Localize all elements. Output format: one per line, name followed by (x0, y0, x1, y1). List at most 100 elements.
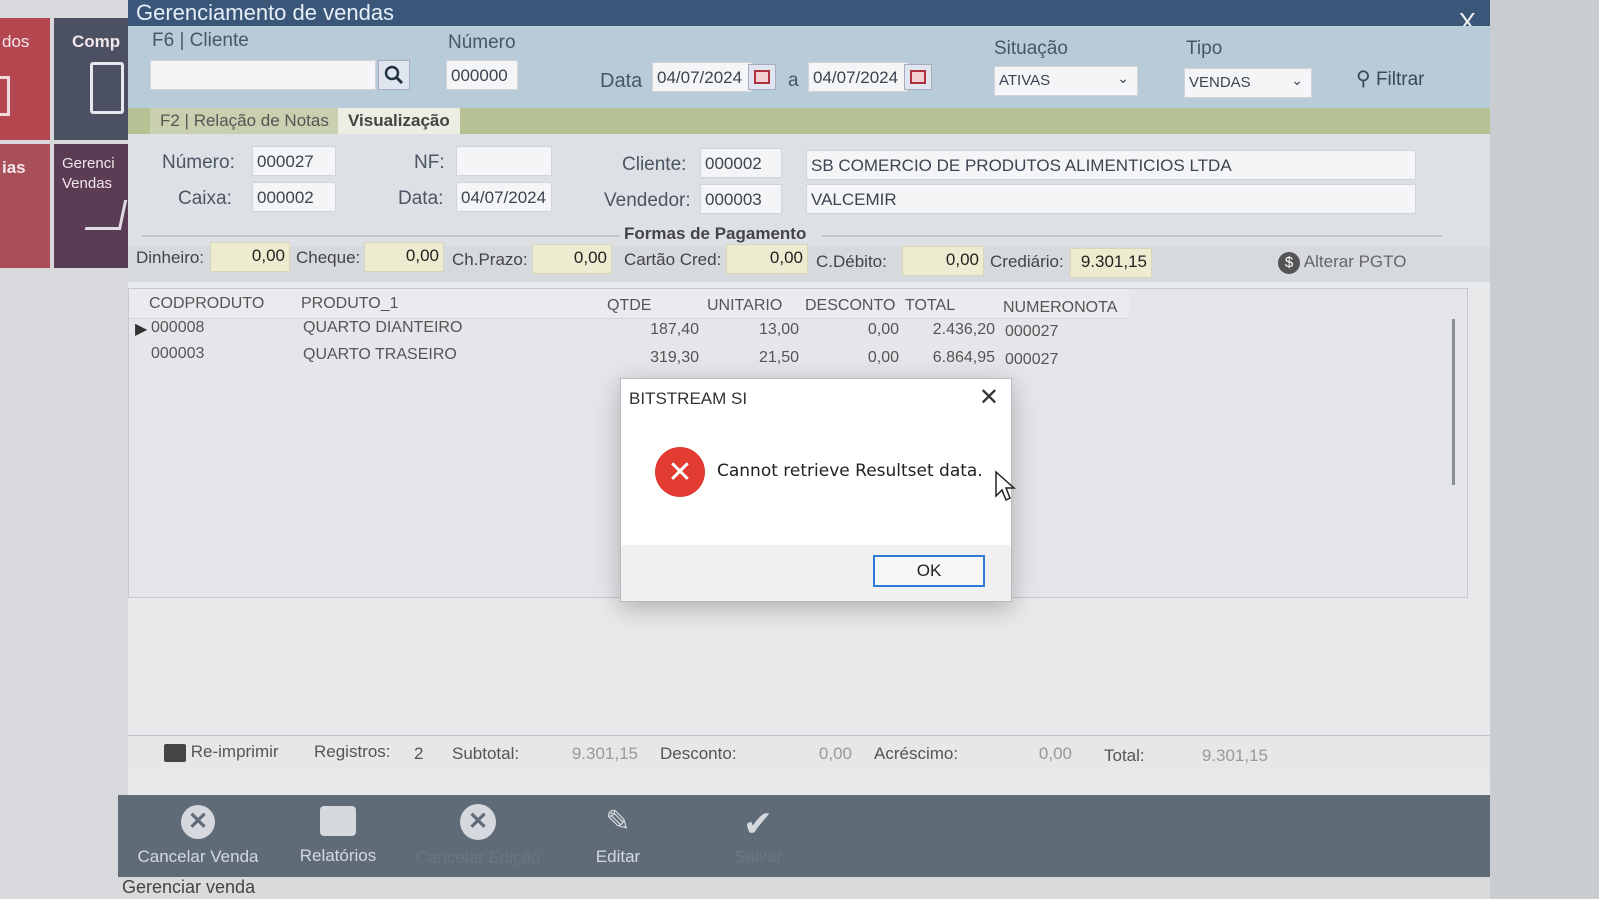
numero-filter-input[interactable]: 000000 (446, 60, 518, 90)
editar-button[interactable]: ✎ Editar (548, 795, 688, 877)
cell-desconto: 0,00 (867, 349, 899, 366)
col-header[interactable]: UNITARIO (707, 291, 782, 321)
bg-tile[interactable]: Comp (54, 18, 130, 140)
cancelar-edicao-button[interactable]: ✕ Cancelar Edição (408, 795, 548, 877)
alterar-pgto-button[interactable]: $ Alterar PGTO (1278, 252, 1406, 274)
salvar-button[interactable]: ✔ Salvar (688, 795, 828, 877)
relatorios-button[interactable]: Relatórios (268, 795, 408, 877)
numero-label: Número: (162, 152, 235, 173)
data-label: Data: (398, 188, 444, 209)
col-header[interactable]: QTDE (607, 291, 651, 321)
cell-qtde: 187,40 (650, 321, 699, 338)
search-button[interactable] (378, 60, 410, 90)
summary-footer: Re-imprimir Registros: 2 Subtotal: 9.301… (128, 735, 1490, 775)
cartao-field[interactable]: 0,00 (726, 244, 808, 274)
cliente-label: Cliente: (622, 154, 687, 175)
filtrar-label: Filtrar (1375, 69, 1425, 90)
cart-icon (84, 200, 128, 230)
subtotal-label: Subtotal: (452, 744, 520, 763)
caixa-label: Caixa: (178, 188, 232, 209)
calendar-from-button[interactable] (748, 64, 776, 90)
payments-row: Dinheiro: 0,00 Cheque: 0,00 Ch.Prazo: 0,… (128, 242, 1490, 282)
reimprimir-button[interactable]: Re-imprimir (164, 742, 279, 762)
dialog-body: ✕ Cannot retrieve Resultset data. (621, 419, 1011, 545)
bg-tile-label: dos (2, 32, 30, 51)
cdebito-field[interactable]: 0,00 (902, 246, 984, 276)
status-text: Gerenciar venda (122, 877, 256, 897)
relatorios-label: Relatórios (299, 846, 377, 865)
cliente-name-field[interactable]: SB COMERCIO DE PRODUTOS ALIMENTICIOS LTD… (806, 150, 1416, 180)
dialog-close-button[interactable]: ✕ (979, 383, 999, 412)
search-icon (384, 65, 404, 85)
cancelar-venda-button[interactable]: ✕ Cancelar Venda (128, 795, 268, 877)
calendar-to-button[interactable] (904, 64, 932, 90)
dinheiro-field[interactable]: 0,00 (210, 242, 290, 272)
salvar-label: Salvar (733, 847, 783, 866)
bg-tile[interactable]: dos (0, 18, 50, 140)
date-to-input[interactable]: 04/07/2024 (808, 62, 908, 92)
date-from-input[interactable]: 04/07/2024 (652, 62, 752, 92)
col-header[interactable]: CODPRODUTO (149, 289, 264, 319)
cheque-field[interactable]: 0,00 (364, 242, 444, 272)
cheque-label: Cheque: (296, 248, 361, 267)
vendedor-name-field[interactable]: VALCEMIR (806, 184, 1416, 214)
cell-produto: QUARTO DIANTEIRO (303, 319, 463, 336)
bg-tile-label: ias (2, 158, 26, 177)
mouse-cursor-icon (995, 470, 1016, 502)
cdebito-label: C.Débito: (816, 252, 887, 271)
tipo-label: Tipo (1186, 38, 1223, 59)
situacao-label: Situação (994, 38, 1068, 59)
bg-tile[interactable]: ias (0, 144, 50, 268)
chevron-down-icon: ⌄ (1117, 70, 1129, 86)
cancel-icon: ✕ (181, 805, 215, 839)
nf-field[interactable] (456, 146, 552, 176)
bg-tile[interactable]: Gerenci Vendas (54, 144, 130, 268)
cell-total: 6.864,95 (932, 349, 995, 366)
chprazo-field[interactable]: 0,00 (532, 244, 612, 274)
cliente-code-field[interactable]: 000002 (700, 148, 782, 178)
tab-visualizacao[interactable]: Visualização (338, 108, 460, 134)
cliente-filter-input[interactable] (150, 60, 376, 90)
cell-unitario: 13,00 (758, 321, 799, 338)
cell-codproduto: 000003 (151, 345, 205, 362)
printer-icon (320, 806, 356, 836)
col-header[interactable]: TOTAL (905, 291, 955, 321)
situacao-value: ATIVAS (999, 72, 1051, 89)
numero-filter-label: Número (448, 32, 516, 53)
col-header[interactable]: DESCONTO (805, 291, 895, 321)
tipo-select[interactable]: VENDAS ⌄ (1184, 68, 1312, 98)
printer-icon (164, 743, 186, 762)
date-separator: a (788, 70, 799, 91)
col-header[interactable]: NUMERONOTA (1003, 293, 1117, 323)
editar-label: Editar (595, 847, 641, 866)
cell-total: 2.436,20 (932, 321, 995, 338)
tab-relacao-notas[interactable]: F2 | Relação de Notas (150, 108, 339, 134)
grid-scrollbar[interactable] (1452, 319, 1455, 485)
crediario-field[interactable]: 9.301,15 (1070, 248, 1152, 278)
cell-desconto: 0,00 (867, 321, 899, 338)
ok-button[interactable]: OK (873, 555, 985, 587)
desconto-label: Desconto: (660, 744, 737, 763)
cell-codproduto: 000008 (151, 319, 205, 336)
vendedor-code-field[interactable]: 000003 (700, 184, 782, 214)
dollar-icon: $ (1278, 252, 1300, 274)
chevron-down-icon: ⌄ (1291, 72, 1303, 88)
dialog-titlebar: BITSTREAM SI (621, 379, 1011, 419)
bg-tile-label: Comp (72, 32, 121, 51)
cancelar-edicao-label: Cancelar Edição (415, 848, 541, 867)
desconto-value: 0,00 (818, 744, 852, 763)
situacao-select[interactable]: ATIVAS ⌄ (994, 66, 1138, 96)
filtrar-button[interactable]: ⚲ Filtrar (1356, 66, 1425, 91)
subtotal-value: 9.301,15 (571, 744, 638, 763)
numero-field[interactable]: 000027 (252, 146, 336, 176)
cell-unitario: 21,50 (758, 349, 799, 366)
background-app: dos Comp ias Gerenci Vendas (0, 0, 130, 899)
cell-numeronota: 000027 (1005, 323, 1059, 340)
cell-qtde: 319,30 (650, 349, 699, 366)
col-header[interactable]: PRODUTO_1 (301, 289, 399, 319)
tab-bar: F2 | Relação de Notas Visualização (128, 108, 1490, 134)
cartao-label: Cartão Cred: (624, 250, 722, 269)
registros-label: Registros: (314, 742, 391, 761)
data-field[interactable]: 04/07/2024 (456, 182, 552, 212)
caixa-field[interactable]: 000002 (252, 182, 336, 212)
